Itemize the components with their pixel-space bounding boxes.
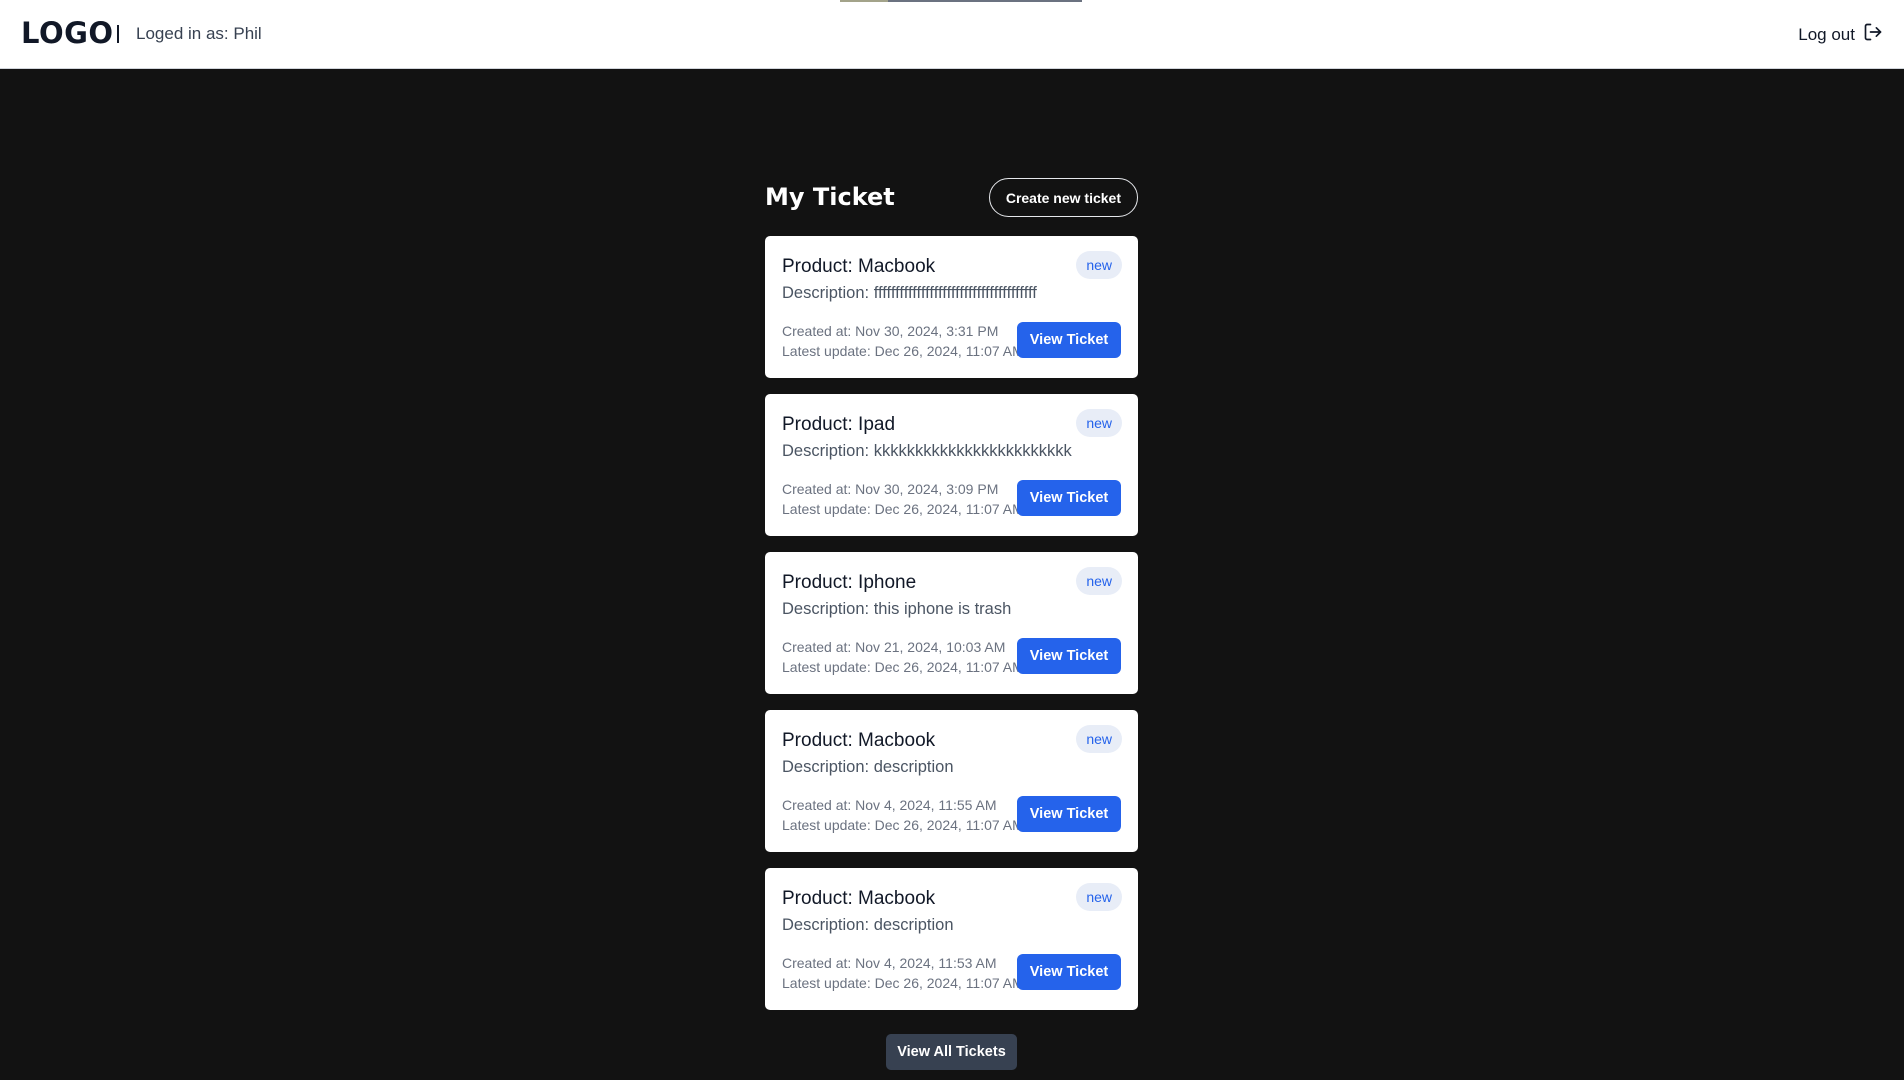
view-all-tickets-button[interactable]: View All Tickets [886,1034,1017,1070]
logout-label: Log out [1798,24,1855,44]
ticket-product: Product: Macbook [782,730,936,751]
ticket-updated: Latest update: Dec 26, 2024, 11:07 AM [782,501,1024,517]
logout-button[interactable]: Log out [1798,22,1883,47]
ticket-created: Created at: Nov 21, 2024, 10:03 AM [782,639,1006,655]
ticket-card: Product: Ipad new Description: kkkkkkkkk… [765,394,1138,536]
status-badge: new [1076,251,1122,279]
status-badge: new [1076,567,1122,595]
ticket-card: Product: Macbook new Description: descri… [765,710,1138,852]
ticket-updated: Latest update: Dec 26, 2024, 11:07 AM [782,975,1024,991]
ticket-description: Description: description [782,916,954,934]
page-title: My Ticket [765,183,895,211]
view-ticket-button[interactable]: View Ticket [1017,480,1121,516]
ticket-updated: Latest update: Dec 26, 2024, 11:07 AM [782,817,1024,833]
ticket-updated: Latest update: Dec 26, 2024, 11:07 AM [782,343,1024,359]
logged-in-user: Loged in as: Phil [136,24,262,43]
ticket-list: Product: Macbook new Description: ffffff… [765,236,1138,1010]
logout-icon [1863,22,1883,47]
header-divider [117,25,119,43]
section-header: My Ticket Create new ticket [765,178,1138,218]
ticket-product: Product: Macbook [782,888,936,909]
top-stripe-accent [840,0,888,2]
ticket-created: Created at: Nov 30, 2024, 3:09 PM [782,481,999,497]
ticket-created: Created at: Nov 4, 2024, 11:55 AM [782,797,997,813]
ticket-product: Product: Macbook [782,256,936,277]
ticket-description: Description: this iphone is trash [782,600,1012,618]
ticket-created: Created at: Nov 4, 2024, 11:53 AM [782,955,997,971]
ticket-description: Description: kkkkkkkkkkkkkkkkkkkkkkkk [782,442,1072,460]
ticket-description: Description: description [782,758,954,776]
ticket-card: Product: Macbook new Description: ffffff… [765,236,1138,378]
ticket-product: Product: Iphone [782,572,917,593]
create-ticket-button[interactable]: Create new ticket [988,178,1138,217]
ticket-description: Description: fffffffffffffffffffffffffff… [782,284,1037,302]
logo[interactable]: LOGO [21,16,114,50]
top-navbar: LOGO Loged in as: Phil Log out [0,0,1904,69]
ticket-created: Created at: Nov 30, 2024, 3:31 PM [782,323,999,339]
ticket-card: Product: Macbook new Description: descri… [765,868,1138,1010]
status-badge: new [1076,725,1122,753]
view-ticket-button[interactable]: View Ticket [1017,796,1121,832]
view-ticket-button[interactable]: View Ticket [1017,322,1121,358]
ticket-section: My Ticket Create new ticket Product: Mac… [765,178,1138,1026]
ticket-product: Product: Ipad [782,414,896,435]
view-ticket-button[interactable]: View Ticket [1017,954,1121,990]
view-ticket-button[interactable]: View Ticket [1017,638,1121,674]
status-badge: new [1076,883,1122,911]
ticket-card: Product: Iphone new Description: this ip… [765,552,1138,694]
ticket-updated: Latest update: Dec 26, 2024, 11:07 AM [782,659,1024,675]
status-badge: new [1076,409,1122,437]
